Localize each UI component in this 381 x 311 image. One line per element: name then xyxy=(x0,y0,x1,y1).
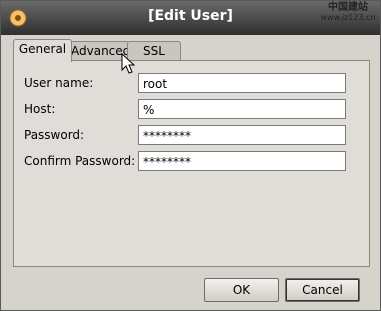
tab-general[interactable]: General xyxy=(13,39,72,62)
host-input[interactable]: % xyxy=(138,99,346,119)
general-panel: User name: root Host: % Password: ******… xyxy=(13,60,370,267)
title-bar[interactable]: [Edit User] 中国建站 www.jz123.cn xyxy=(1,1,380,35)
password-label: Password: xyxy=(24,128,85,142)
confirm-password-label: Confirm Password: xyxy=(24,154,136,168)
watermark-line2: www.jz123.cn xyxy=(320,13,376,22)
cancel-button[interactable]: Cancel xyxy=(285,278,360,302)
watermark-line1: 中国建站 xyxy=(328,2,368,13)
password-input[interactable]: ******** xyxy=(138,125,346,145)
confirm-password-input[interactable]: ******** xyxy=(138,151,346,171)
ok-button[interactable]: OK xyxy=(204,278,279,302)
host-label: Host: xyxy=(24,102,56,116)
tab-ssl[interactable]: SSL xyxy=(127,41,181,61)
mouse-pointer-icon xyxy=(121,53,135,74)
username-input[interactable]: root xyxy=(138,73,346,93)
username-label: User name: xyxy=(24,76,94,90)
watermark: 中国建站 www.jz123.cn xyxy=(317,3,379,23)
edit-user-dialog: [Edit User] 中国建站 www.jz123.cn General Ad… xyxy=(0,0,381,311)
